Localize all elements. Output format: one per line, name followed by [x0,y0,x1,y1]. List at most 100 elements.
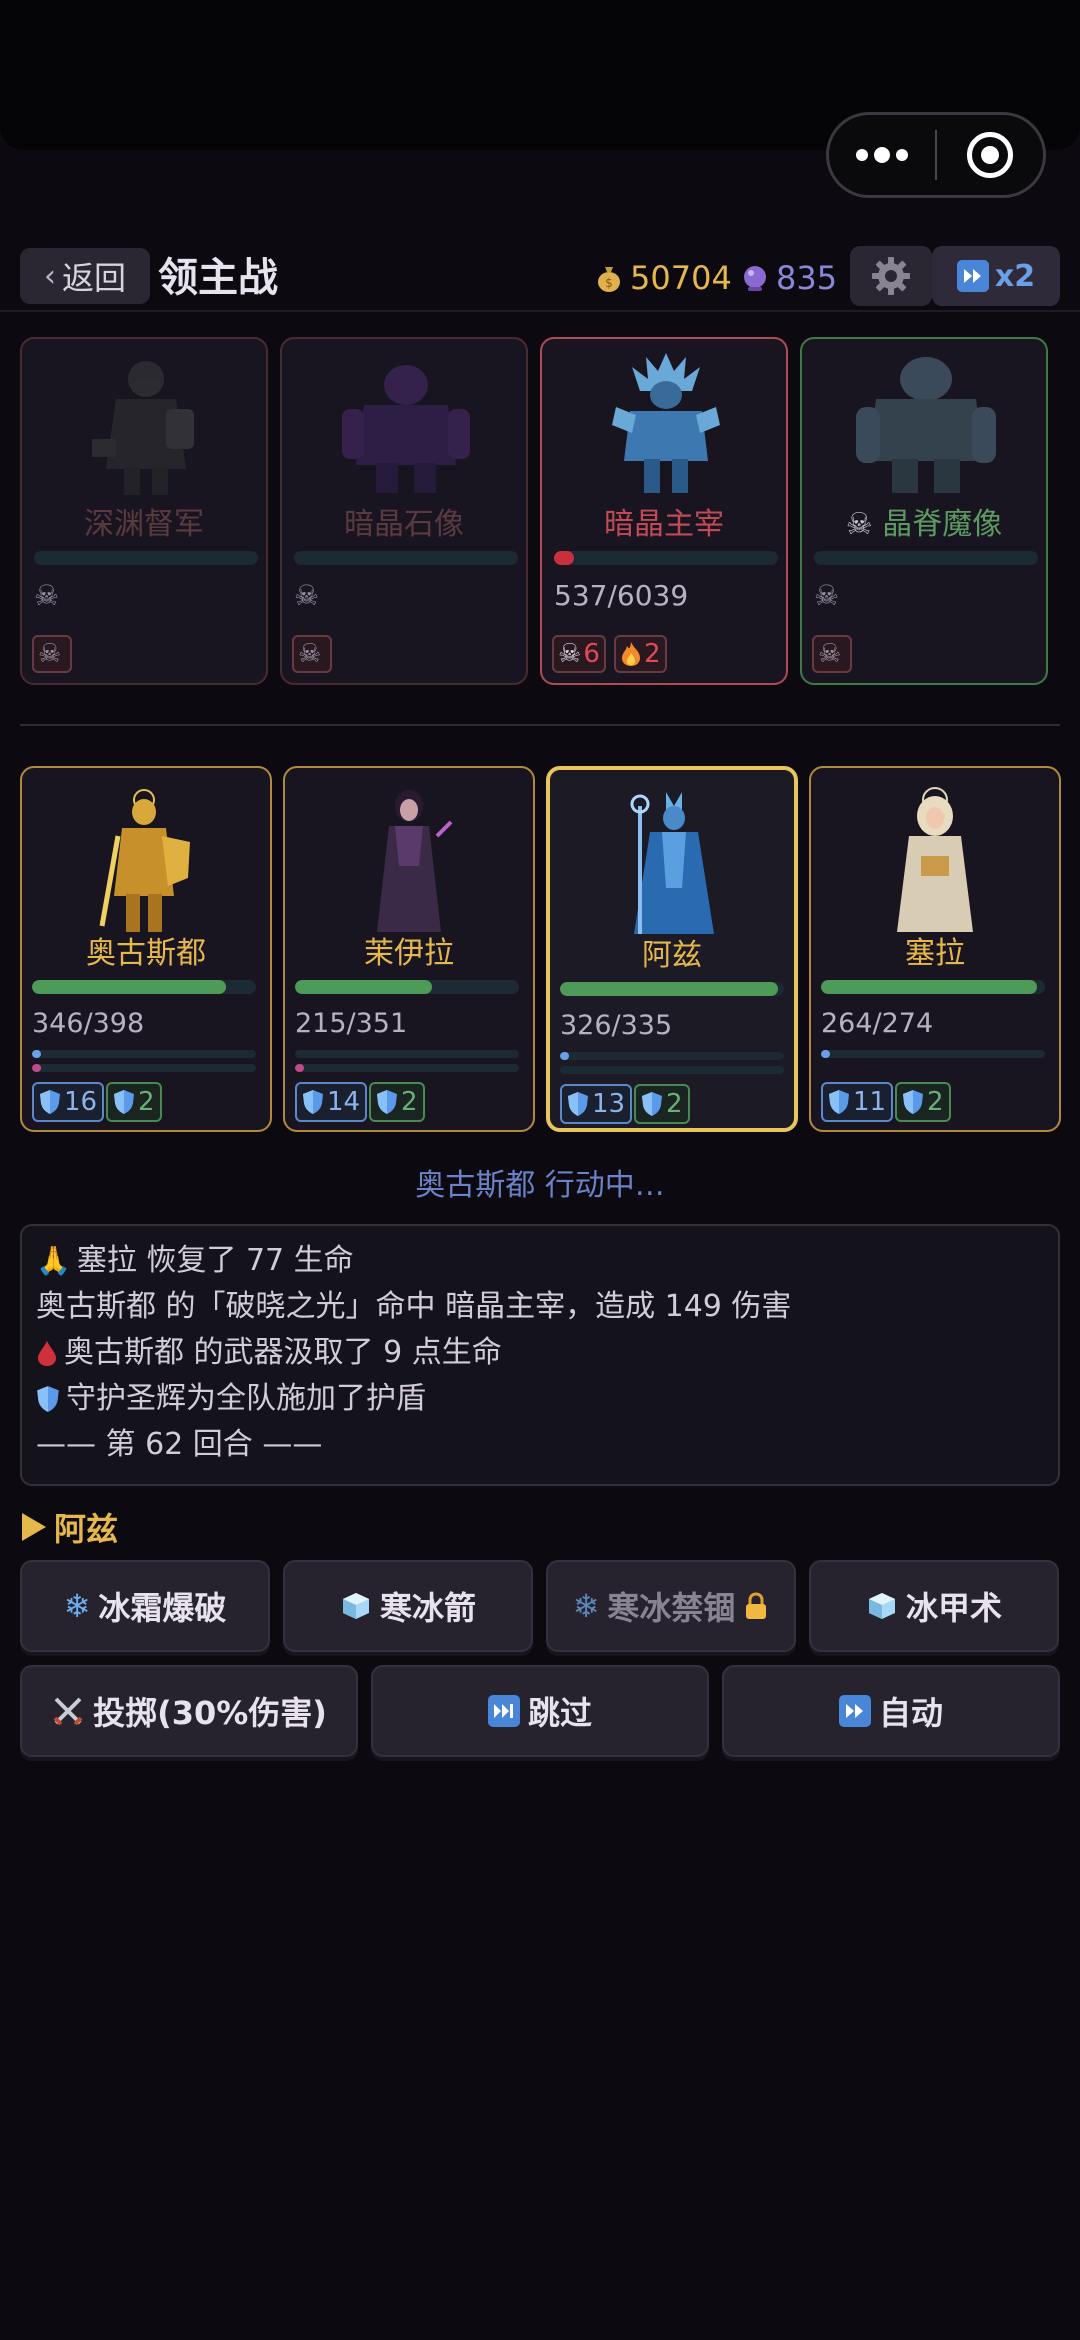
hero-card[interactable]: 奥古斯都 346/398 16 2 [20,766,272,1132]
hero-portrait [630,792,714,934]
ice-cube-icon [342,1593,369,1619]
skull-icon: ☠ [814,579,840,612]
settings-button[interactable] [850,246,932,306]
debuff-badge: ☠ [32,635,72,673]
gold-amount: 50704 [630,259,732,297]
enemy-card[interactable]: 暗晶石像 ☠ ☠ [280,337,528,685]
hero-hp-bar [560,982,784,996]
shield-value: 2 [666,1089,683,1119]
money-bag-icon: $ [598,267,620,292]
speed-label: x2 [994,258,1036,294]
battle-log: 🙏 塞拉 恢复了 77 生命 奥古斯都 的「破晓之光」命中 暗晶主宰，造成 14… [20,1224,1060,1486]
enemy-hp-bar [294,551,518,565]
skull-icon: ☠ [34,579,60,612]
chevron-left-icon: ‹ [43,258,56,294]
debuff-count: 2 [644,639,661,669]
enemy-portrait [856,357,996,493]
debuff-badge: 2 [614,635,667,673]
speed-button[interactable]: x2 [932,246,1060,306]
hero-hp-bar [32,980,256,994]
hero-card[interactable]: 塞拉 264/274 11 2 [809,766,1061,1132]
shield-icon [377,1090,397,1114]
shield-icon [642,1092,662,1116]
shield-value: 2 [401,1087,418,1117]
skull-icon: ☠ [845,507,883,542]
enemy-card[interactable]: 深渊督军 ☠ ☠ [20,337,268,685]
skill-button[interactable]: 冰甲术 [809,1560,1059,1652]
skull-icon: ☠ [38,639,62,669]
skill-button-locked[interactable]: ❄ 寒冰禁锢 [546,1560,796,1652]
shield-value: 16 [64,1087,98,1117]
gold-counter: $ 50704 [594,250,732,306]
debuff-badge: ☠ 6 [552,635,606,673]
enemy-card-boss[interactable]: 暗晶主宰 537/6039 ☠ 6 2 [540,337,788,685]
shield-badge: 14 [295,1082,368,1122]
shield-icon [568,1092,588,1116]
hero-name: 奥古斯都 [86,936,206,971]
hero-name: 茉伊拉 [364,936,454,971]
back-button-label: 返回 [61,259,126,297]
action-status: 奥古斯都 行动中… [415,1168,665,1203]
enemy-name: 暗晶主宰 [604,507,724,542]
fast-forward-icon [838,1695,871,1727]
more-menu-button[interactable] [829,115,935,195]
enemy-name: 深渊督军 [84,507,204,542]
close-miniprogram-button[interactable] [937,115,1043,195]
hero-hp-text: 326/335 [560,1010,673,1041]
skip-icon [487,1695,520,1727]
skull-icon: ☠ [818,639,842,669]
skill-button[interactable]: 寒冰箭 [283,1560,533,1652]
snowflake-icon: ❄ [63,1587,91,1625]
shield-value: 11 [853,1087,887,1117]
debuff-badge: ☠ [292,635,332,673]
enemy-name: 暗晶石像 [344,507,464,542]
shield-badge: 13 [560,1084,633,1124]
shield-badge: 11 [821,1082,894,1122]
hero-hp-text: 215/351 [295,1008,408,1039]
gem-counter: 835 [740,250,837,306]
shield-icon [303,1090,323,1114]
debuff-badge: ☠ [812,635,852,673]
battle-divider [20,724,1060,726]
shield-badge: 2 [895,1082,951,1122]
hero-card-active[interactable]: 阿兹 326/335 13 2 [546,766,798,1132]
enemy-hp-bar [814,551,1038,565]
throw-button[interactable]: 投掷(30%伤害) [20,1665,358,1757]
log-line: —— 第 62 回合 —— [36,1427,323,1462]
shield-icon [903,1090,923,1114]
shield-badge: 2 [634,1084,690,1124]
hero-mana-bar [32,1050,256,1058]
shield-icon [37,1386,59,1412]
enemy-hp-bar [554,551,778,565]
enemy-portrait [92,361,194,495]
hero-mana-bar [560,1052,784,1060]
enemy-card[interactable]: ☠ 晶脊魔像 ☠ ☠ [800,337,1048,685]
log-line: 守护圣辉为全队施加了护盾 [36,1376,1044,1422]
skull-icon: ☠ [298,639,322,669]
hero-rage-bar [32,1064,256,1072]
pray-icon: 🙏 [36,1244,71,1277]
hero-hp-bar [295,980,519,994]
hero-card[interactable]: 茉伊拉 215/351 14 2 [283,766,535,1132]
shield-icon [829,1090,849,1114]
auto-button[interactable]: 自动 [722,1665,1060,1757]
enemy-hp-text: 537/6039 [554,579,689,612]
enemy-hp-bar [34,551,258,565]
debuff-count: 6 [583,639,600,669]
gear-icon [872,257,910,295]
hero-portrait [99,789,190,932]
hero-hp-text: 346/398 [32,1008,145,1039]
shield-value: 2 [138,1087,155,1117]
skill-button[interactable]: ❄ 冰霜爆破 [20,1560,270,1652]
skull-icon: ☠ [294,579,320,612]
skip-button[interactable]: 跳过 [371,1665,709,1757]
shield-value: 13 [592,1089,626,1119]
hero-name: 阿兹 [642,938,702,973]
back-button[interactable]: ‹ 返回 [20,248,150,304]
hero-portrait [377,790,453,932]
log-line: 奥古斯都 的武器汲取了 9 点生命 [36,1330,1044,1376]
hero-mana-bar [821,1050,1045,1058]
miniprogram-capsule [826,112,1046,198]
blood-drop-icon [38,1341,56,1366]
top-bar: ‹ 返回 领主战 $ 50704 835 x2 [0,240,1080,316]
